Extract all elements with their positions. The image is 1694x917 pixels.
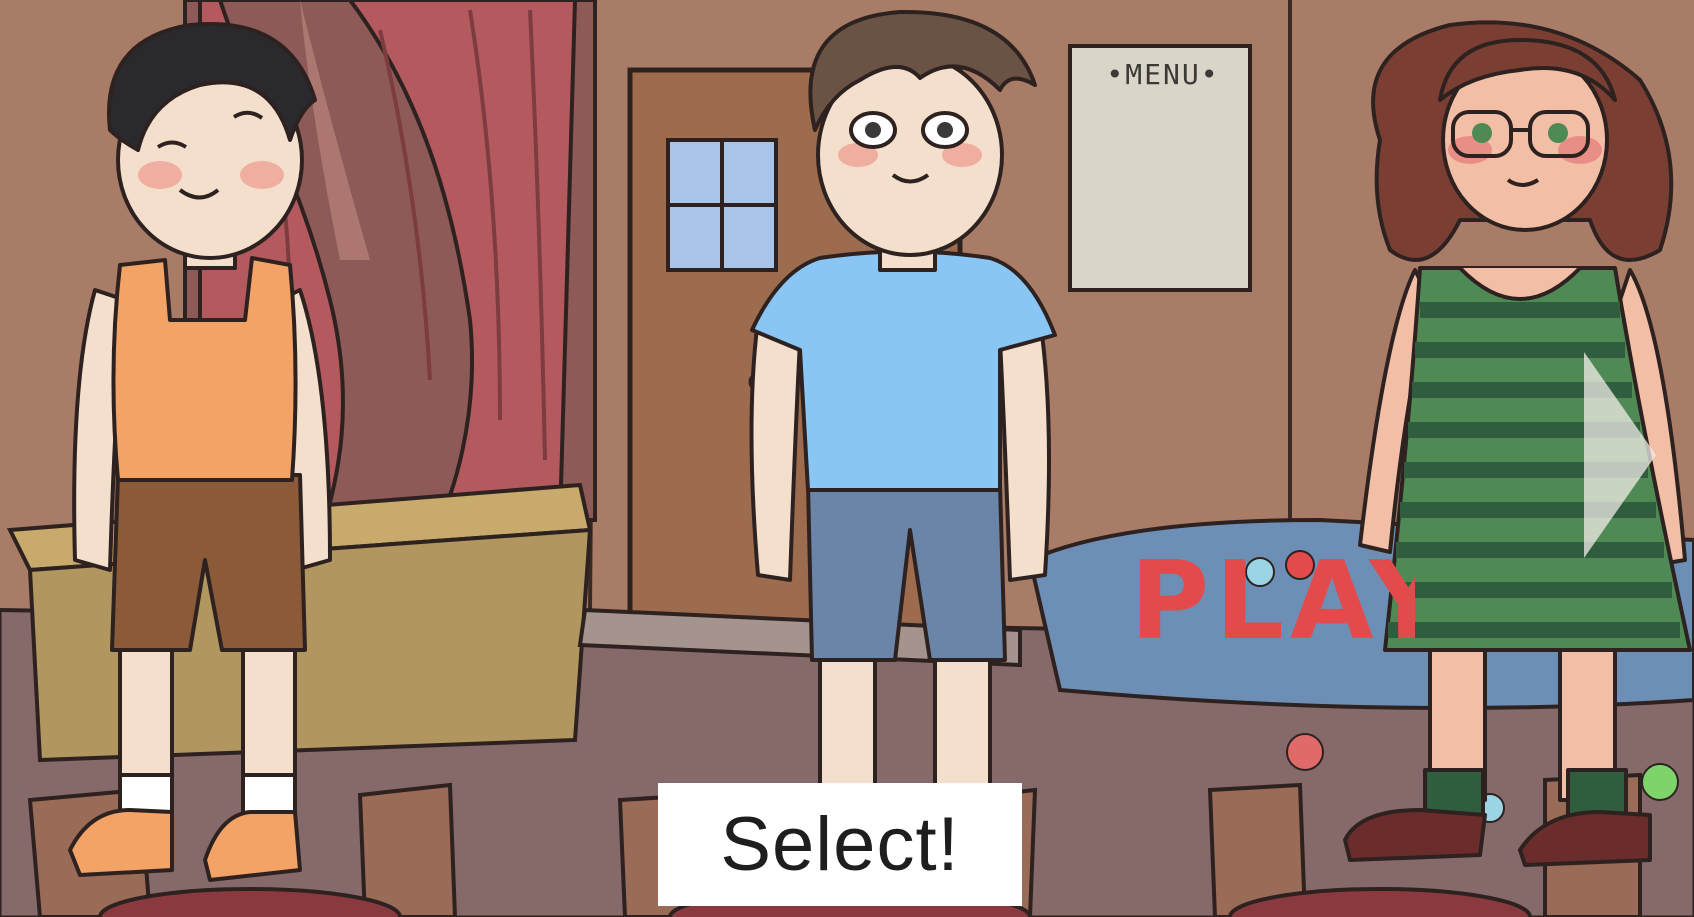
select-button[interactable]: Select! xyxy=(658,783,1022,906)
character-select-boy-tank-top[interactable] xyxy=(60,20,360,880)
character-select-boy-blue-shirt[interactable] xyxy=(750,10,1070,780)
next-arrow-button[interactable] xyxy=(1580,350,1660,560)
chevron-right-icon xyxy=(1584,352,1656,558)
character-select-girl-striped-dress[interactable] xyxy=(1350,20,1570,880)
menu-sign-text: •MENU• xyxy=(1106,58,1220,91)
game-screen: •MENU• PLAY Select! xyxy=(0,0,1694,917)
select-button-label: Select! xyxy=(720,802,960,887)
